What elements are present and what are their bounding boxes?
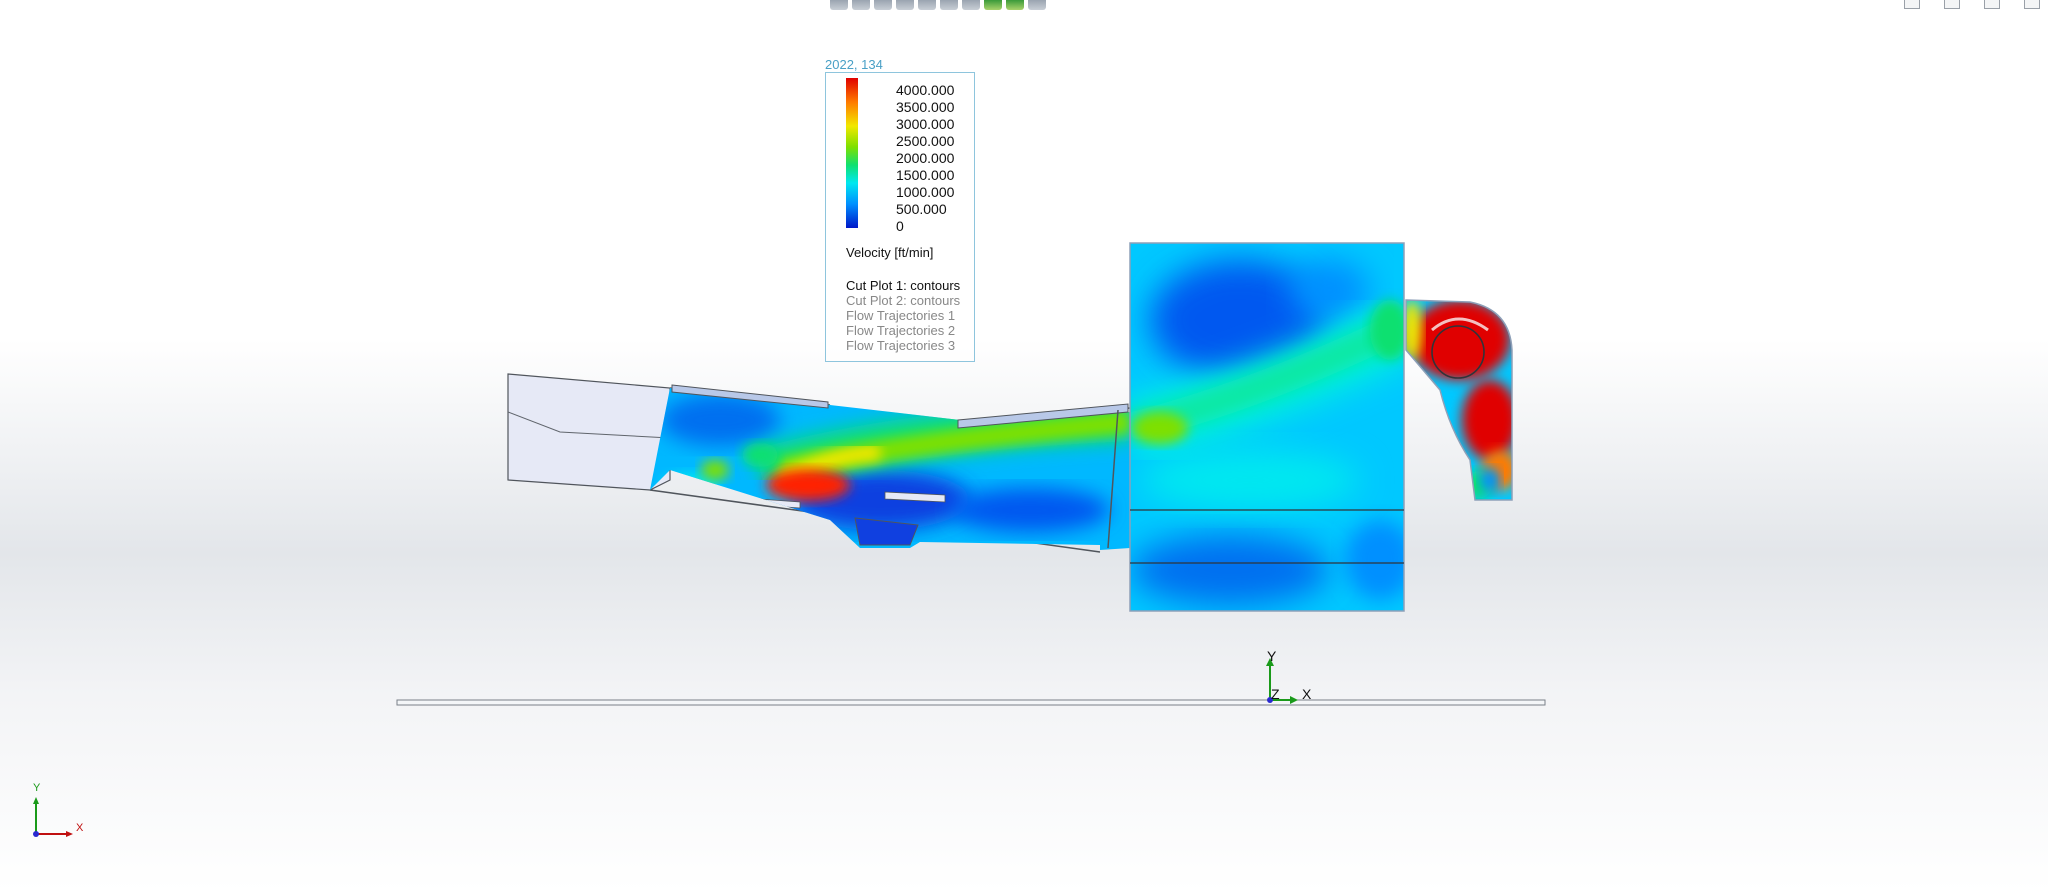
velocity-colorbar xyxy=(846,78,858,228)
plot-item-flow-trajectories-1[interactable]: Flow Trajectories 1 xyxy=(846,308,955,323)
results-legend[interactable]: 4000.000 3500.000 3000.000 2500.000 2000… xyxy=(825,72,975,362)
collector-velocity-contour xyxy=(1130,243,1404,611)
plot-item-cut-plot-1[interactable]: Cut Plot 1: contours xyxy=(846,278,960,293)
legend-tick: 2000.000 xyxy=(896,150,955,166)
cfd-model-view[interactable] xyxy=(0,0,2048,892)
plot-item-flow-trajectories-3[interactable]: Flow Trajectories 3 xyxy=(846,338,955,353)
legend-tick: 500.000 xyxy=(896,201,947,217)
ref-x-label: X xyxy=(76,822,84,834)
platform-base xyxy=(396,699,1546,706)
legend-tick: 1000.000 xyxy=(896,184,955,200)
triad-z-label: Z xyxy=(1271,686,1280,702)
plot-item-cut-plot-2[interactable]: Cut Plot 2: contours xyxy=(846,293,960,308)
legend-tick: 0 xyxy=(896,218,904,234)
legend-coordinate: 2022, 134 xyxy=(825,57,883,72)
reference-triad: Y X xyxy=(28,780,88,840)
plot-item-flow-trajectories-2[interactable]: Flow Trajectories 2 xyxy=(846,323,955,338)
legend-tick: 2500.000 xyxy=(896,133,955,149)
triad-x-label: X xyxy=(1302,686,1312,702)
coordinate-triad: Y X Z xyxy=(1262,648,1312,707)
legend-quantity-label: Velocity [ft/min] xyxy=(846,245,934,260)
legend-tick: 1500.000 xyxy=(896,167,955,183)
ref-y-label: Y xyxy=(33,782,41,794)
legend-tick: 3500.000 xyxy=(896,99,955,115)
triad-y-label: Y xyxy=(1267,648,1277,664)
legend-tick: 4000.000 xyxy=(896,82,955,98)
graphics-area[interactable]: 2022, 134 4000.000 3500.000 3000.000 250… xyxy=(0,0,2048,892)
legend-tick: 3000.000 xyxy=(896,116,955,132)
